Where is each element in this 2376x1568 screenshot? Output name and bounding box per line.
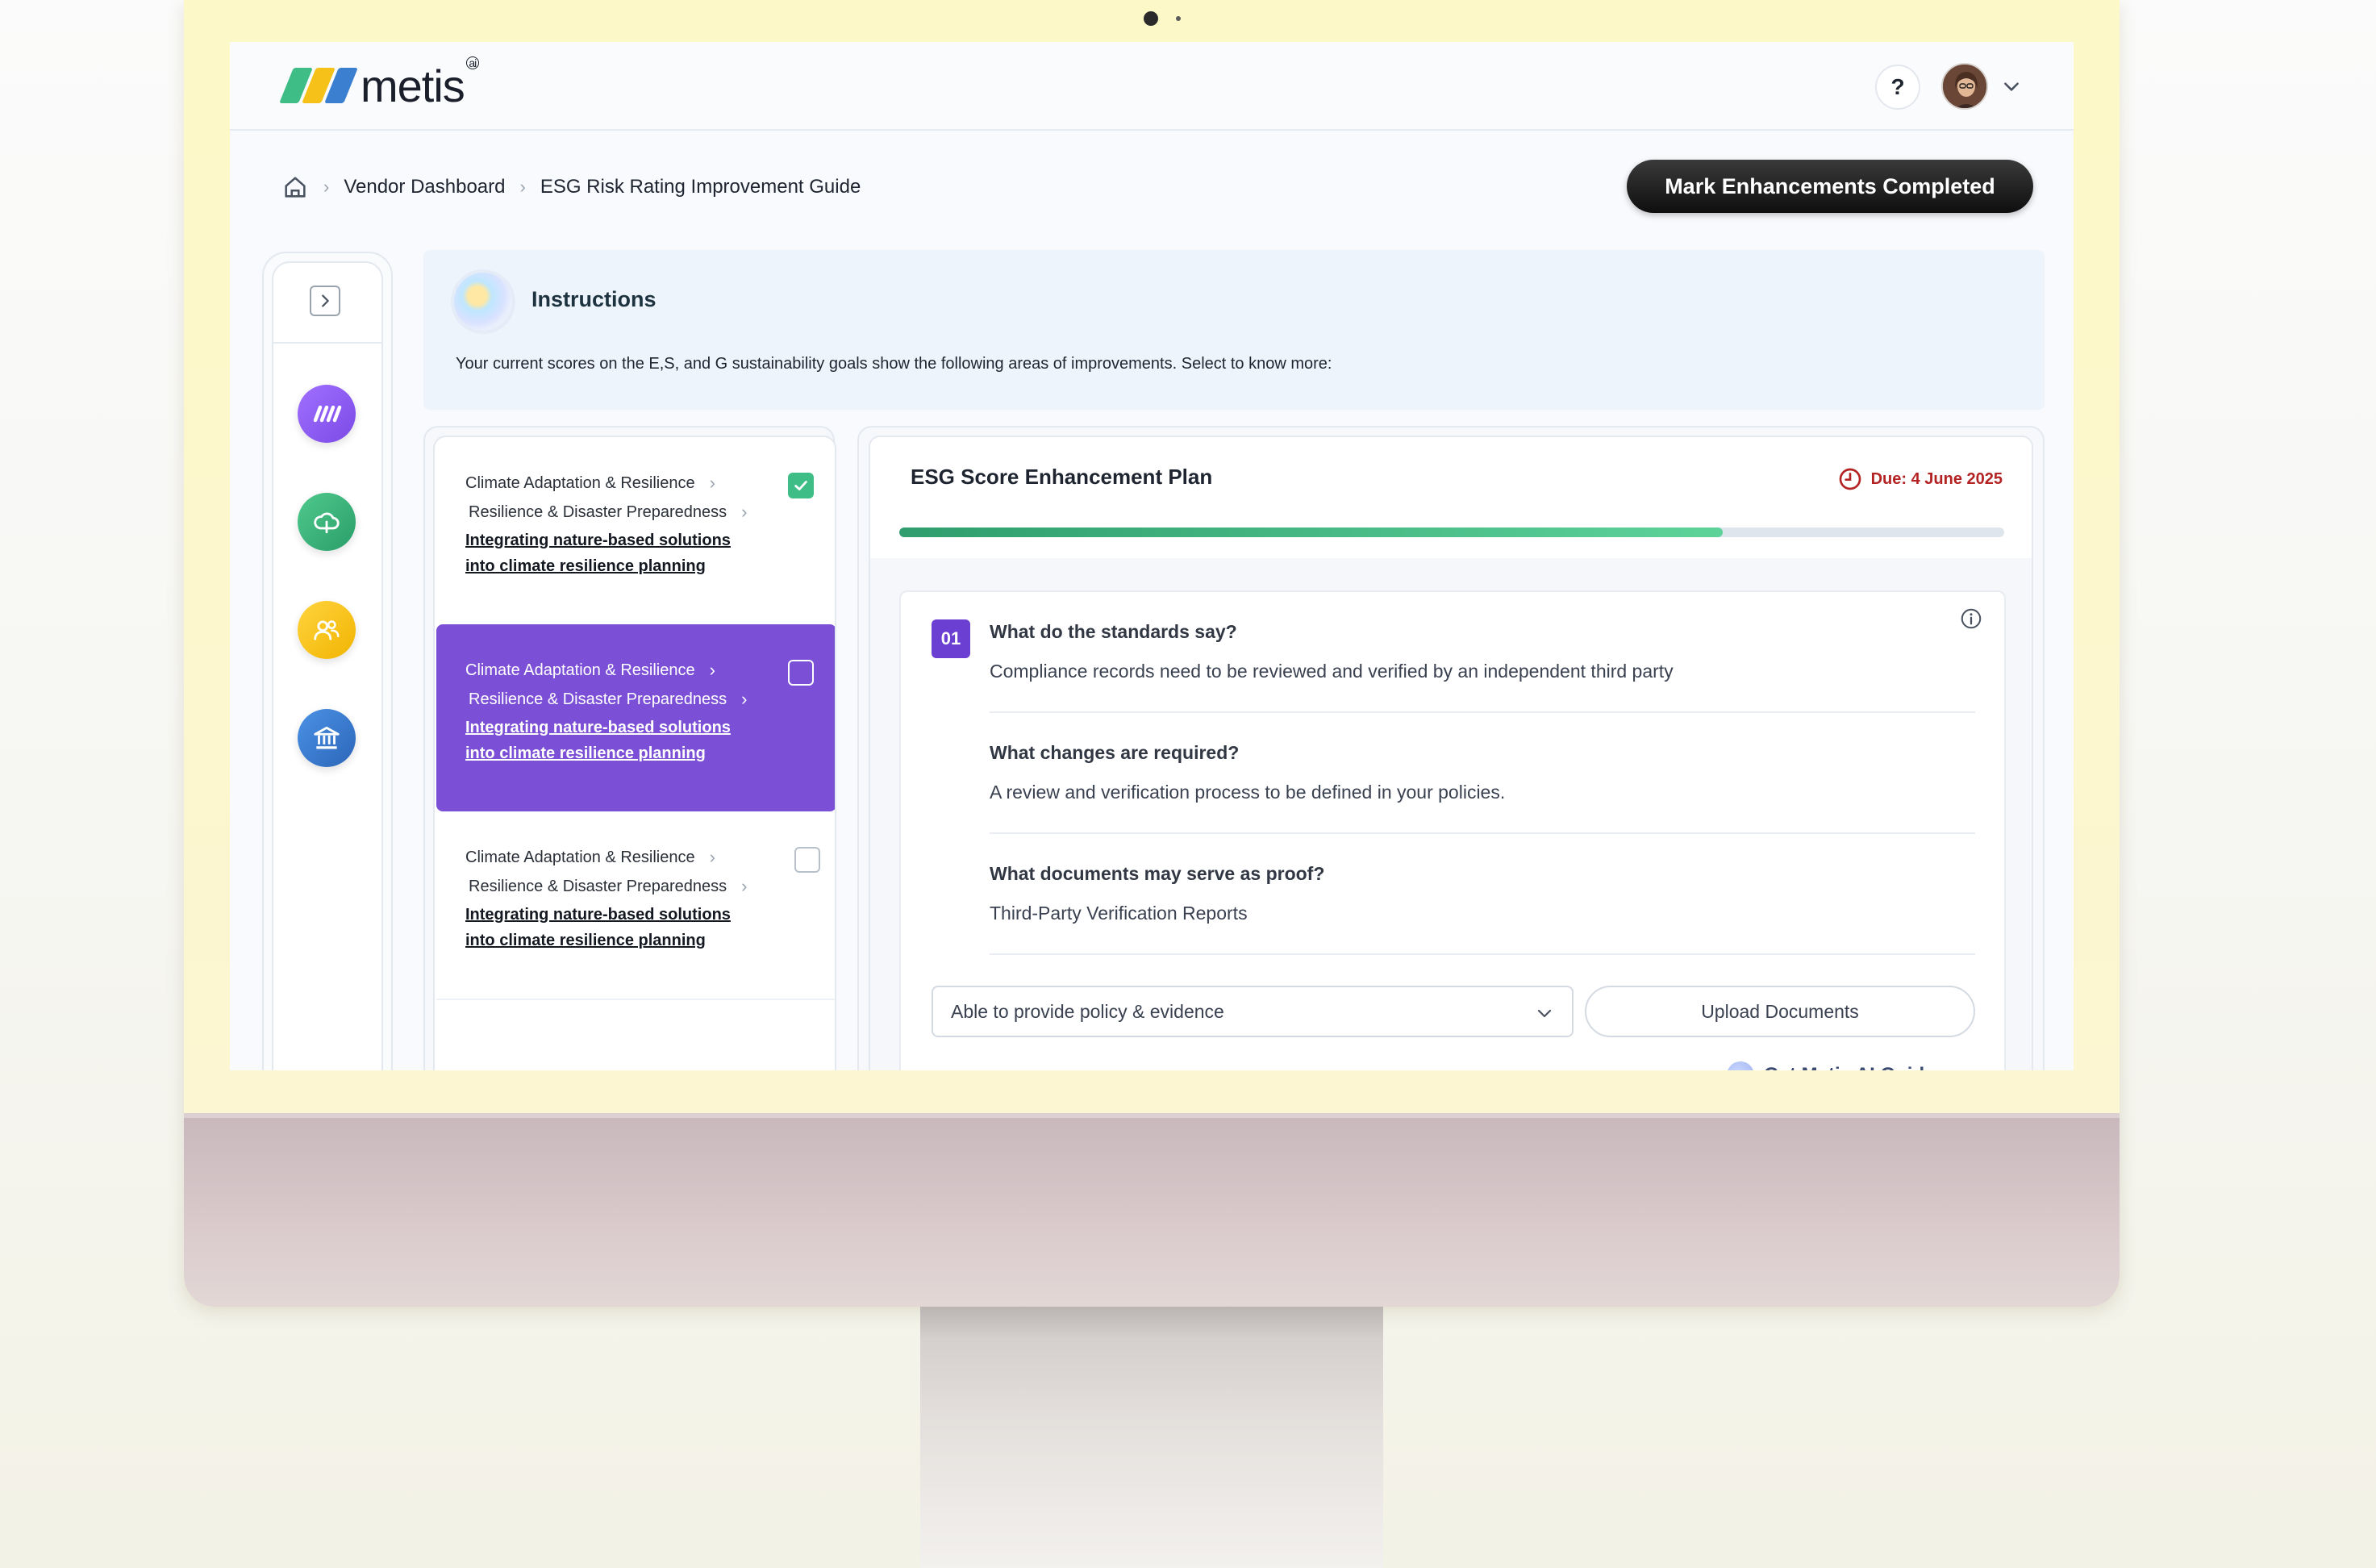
upload-documents-button[interactable]: Upload Documents: [1585, 986, 1975, 1037]
answer-standards: Compliance records need to be reviewed a…: [990, 661, 1674, 682]
sidebar-rail-inner: [272, 261, 383, 1070]
ai-guidance-text: Get Metis AI Guidance: [1764, 1064, 1969, 1070]
question-standards: What do the standards say?: [990, 621, 1237, 642]
logo-mark-icon: [279, 68, 358, 103]
list-item-checkbox[interactable]: [788, 473, 814, 498]
section-divider: [990, 711, 1975, 713]
breadcrumb-current-page: ESG Risk Rating Improvement Guide: [540, 176, 861, 198]
sidebar-item-governance[interactable]: [298, 709, 356, 767]
question-changes: What changes are required?: [990, 742, 1240, 763]
chevron-right-icon: ›: [709, 660, 715, 680]
list-item[interactable]: Climate Adaptation & Resilience › Resilie…: [436, 437, 835, 624]
section-divider: [990, 832, 1975, 834]
checkmark-icon: [794, 481, 807, 490]
clock-icon: [1839, 468, 1861, 490]
select-value: Able to provide policy & evidence: [951, 1000, 1224, 1022]
chevron-down-icon: [1537, 1009, 1552, 1018]
environment-icon: [314, 512, 340, 534]
plan-header: ESG Score Enhancement Plan Due: 4 June 2…: [870, 437, 2032, 558]
ai-guidance-link[interactable]: Get Metis AI Guidance: [1727, 1061, 1969, 1070]
list-item-link[interactable]: Integrating nature-based solutions into …: [465, 528, 756, 579]
ai-orb-icon: [1727, 1061, 1754, 1070]
answer-proof: Third-Party Verification Reports: [990, 903, 1248, 924]
top-bar: metis ai ?: [230, 42, 2074, 131]
question-proof: What documents may serve as proof?: [990, 863, 1325, 884]
monitor-stand: [920, 1307, 1383, 1568]
improvement-list: Climate Adaptation & Resilience › Resilie…: [433, 436, 836, 1070]
camera: [1144, 11, 1158, 26]
logo-text: metis ai: [361, 56, 479, 112]
list-item-link[interactable]: Integrating nature-based solutions into …: [465, 715, 756, 766]
instructions-panel: Instructions Your current scores on the …: [423, 250, 2045, 410]
breadcrumb: › Vendor Dashboard › ESG Risk Rating Imp…: [281, 171, 861, 203]
chevron-right-icon: ›: [741, 502, 748, 522]
answer-changes: A review and verification process to be …: [990, 782, 1506, 803]
avatar-portrait-icon: [1943, 65, 1986, 108]
governance-icon: [314, 726, 340, 749]
list-divider: [436, 999, 835, 1000]
ai-orb-icon: [454, 273, 512, 331]
step-number-badge: 01: [932, 619, 970, 658]
proof-section: What documents may serve as proof? Third…: [990, 863, 1974, 924]
sidebar-item-social[interactable]: [298, 601, 356, 659]
breadcrumb-separator-icon: ›: [323, 177, 330, 197]
progress-bar: [899, 528, 2004, 537]
evidence-status-select[interactable]: Able to provide policy & evidence: [932, 986, 1574, 1037]
sidebar-item-metis[interactable]: [298, 385, 356, 443]
help-button[interactable]: ?: [1875, 65, 1920, 110]
sidebar-divider: [273, 342, 381, 344]
logo[interactable]: metis ai: [279, 56, 479, 112]
breadcrumb-vendor-dashboard[interactable]: Vendor Dashboard: [344, 176, 505, 198]
list-item-checkbox[interactable]: [794, 847, 820, 873]
chevron-right-icon: ›: [709, 473, 715, 493]
list-item-link[interactable]: Integrating nature-based solutions into …: [465, 902, 756, 953]
standards-section: What do the standards say? Compliance re…: [990, 621, 1974, 682]
metis-icon: [313, 405, 342, 423]
camera-sensor: [1176, 16, 1181, 21]
breadcrumb-separator-icon: ›: [519, 177, 526, 197]
list-item-checkbox[interactable]: [788, 660, 814, 686]
list-item-category: Climate Adaptation & Resilience ›: [465, 660, 715, 680]
home-icon[interactable]: [281, 173, 309, 201]
chevron-down-icon[interactable]: [2001, 76, 2022, 97]
list-item[interactable]: Climate Adaptation & Resilience › Resilie…: [436, 624, 835, 811]
monitor-chin: [184, 1113, 2120, 1307]
changes-section: What changes are required? A review and …: [990, 742, 1974, 803]
sidebar-expand-button[interactable]: [310, 286, 340, 316]
instructions-text: Your current scores on the E,S, and G su…: [456, 355, 1332, 373]
section-divider: [990, 953, 1975, 955]
list-item[interactable]: Climate Adaptation & Resilience › Resilie…: [436, 811, 835, 999]
app-screen: metisai ? › Vendor Dashboard › ESG Risk: [230, 42, 2074, 1070]
due-date-text: Due: 4 June 2025: [1870, 469, 2003, 488]
due-date: Due: 4 June 2025: [1837, 466, 2003, 492]
chevron-right-icon: ›: [709, 847, 715, 867]
mark-enhancements-completed-button[interactable]: Mark Enhancements Completed: [1627, 160, 2033, 213]
list-item-category: Climate Adaptation & Resilience ›: [465, 847, 715, 867]
avatar[interactable]: [1941, 63, 1988, 110]
plan-title: ESG Score Enhancement Plan: [911, 465, 1213, 489]
list-item-subcategory: Resilience & Disaster Preparedness ›: [469, 689, 748, 709]
list-item-subcategory: Resilience & Disaster Preparedness ›: [469, 876, 748, 896]
enhancement-plan-panel: ESG Score Enhancement Plan Due: 4 June 2…: [869, 436, 2033, 1070]
instructions-title: Instructions: [531, 287, 657, 311]
sidebar-item-environment[interactable]: [298, 493, 356, 551]
list-item-subcategory: Resilience & Disaster Preparedness ›: [469, 502, 748, 522]
chevron-right-icon: ›: [741, 876, 748, 896]
social-icon: [314, 620, 340, 640]
plan-body: 01 What do the standards say? Compliance…: [870, 558, 2032, 1070]
logo-badge: ai: [465, 56, 479, 69]
progress-fill: [899, 528, 1723, 537]
requirement-card: 01 What do the standards say? Compliance…: [899, 590, 2006, 1070]
chevron-right-icon: [322, 294, 329, 307]
list-item-category: Climate Adaptation & Resilience ›: [465, 473, 715, 493]
chevron-right-icon: ›: [741, 689, 748, 709]
